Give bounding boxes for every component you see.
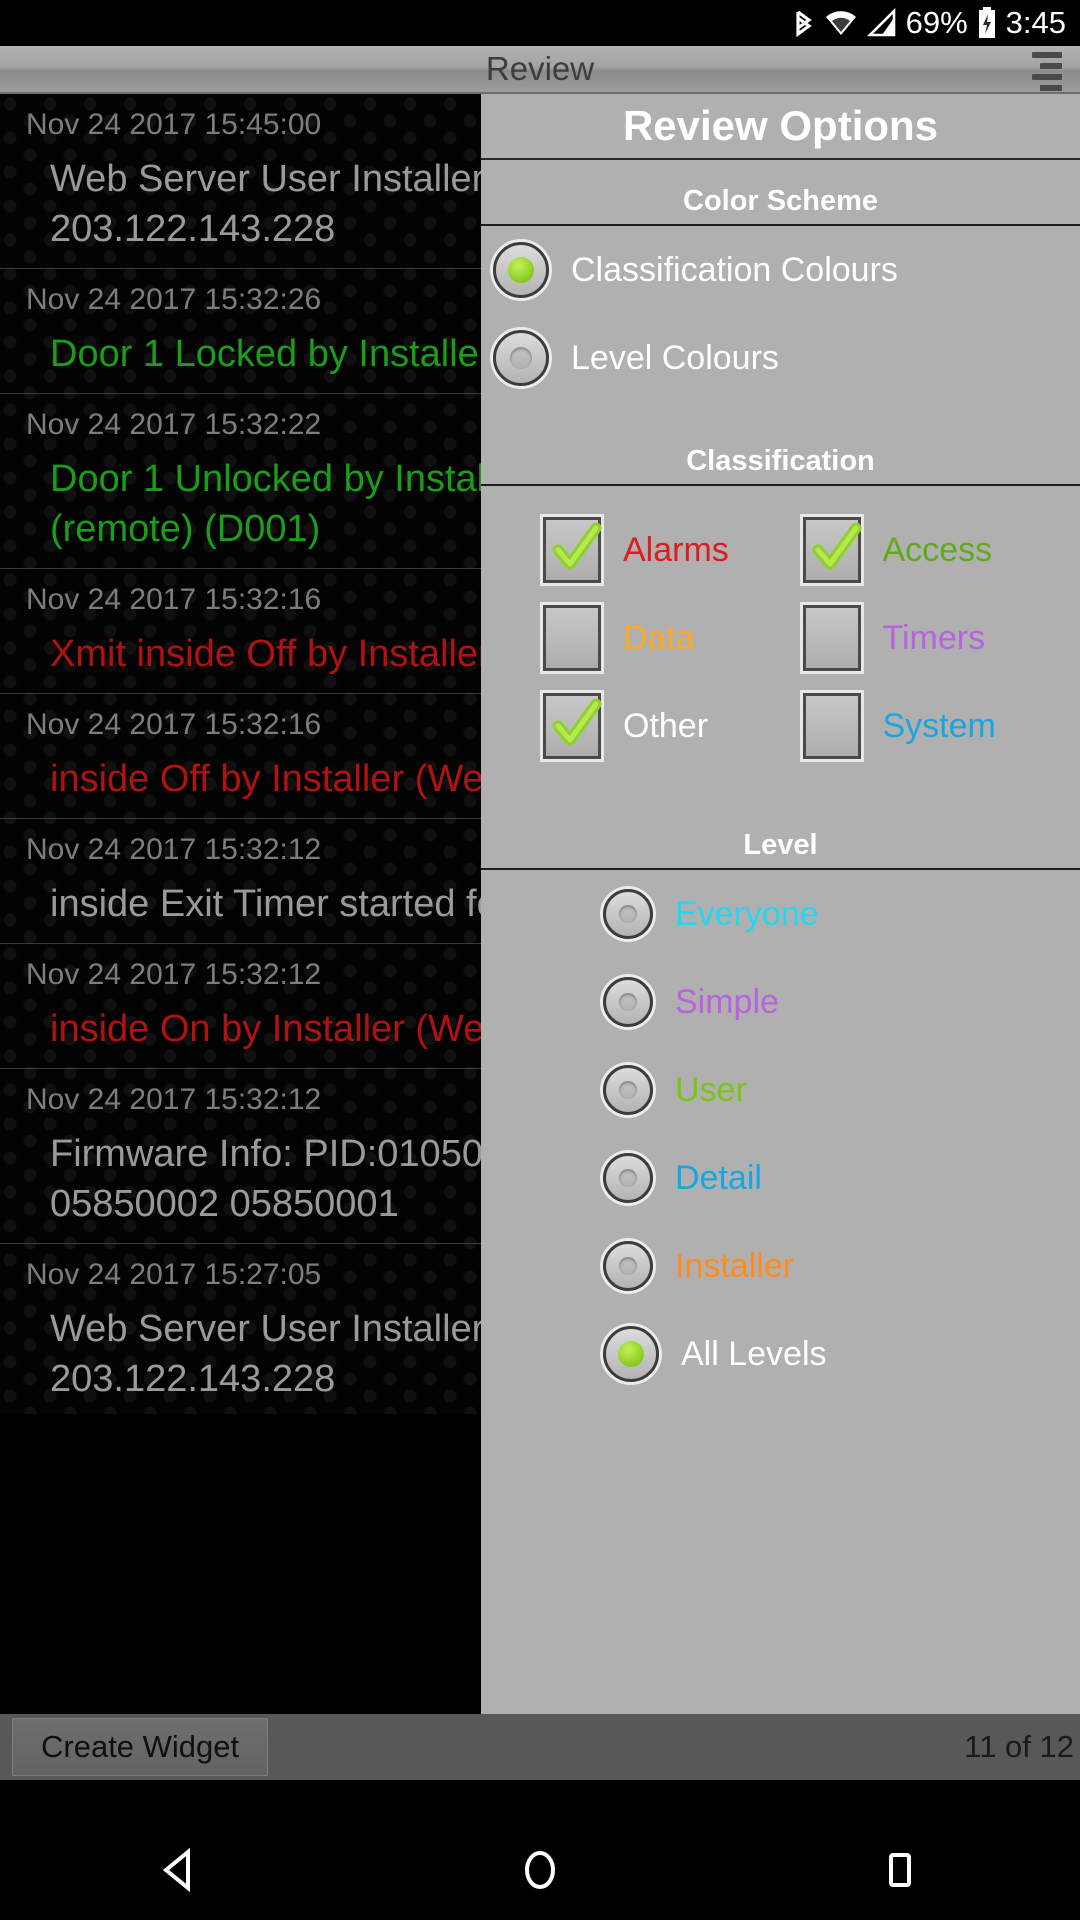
radio-button-icon[interactable]: [493, 242, 549, 298]
radio-button-icon[interactable]: [493, 330, 549, 386]
bluetooth-icon: [793, 6, 815, 40]
action-bar: Review: [0, 46, 1080, 94]
color-scheme-radio-group: Classification Colours Level Colours: [481, 226, 1080, 402]
classification-option-label: Access: [882, 530, 993, 569]
level-option-label: All Levels: [681, 1334, 827, 1373]
level-option-label: Simple: [675, 982, 779, 1021]
cell-signal-icon: [866, 6, 897, 40]
checkbox-unchecked-icon[interactable]: [543, 605, 601, 671]
classification-option-timers[interactable]: Timers: [781, 605, 1080, 671]
section-header-color-scheme: Color Scheme: [481, 160, 1080, 226]
recents-square-icon[interactable]: [810, 1820, 990, 1920]
radio-button-icon[interactable]: [603, 1241, 653, 1291]
battery-percent: 69%: [905, 5, 968, 40]
radio-button-icon[interactable]: [603, 1065, 653, 1115]
classification-checkbox-grid: Alarms Access Data Timers Other System: [481, 486, 1080, 786]
radio-button-icon[interactable]: [603, 1153, 653, 1203]
level-option-label: Everyone: [675, 894, 819, 933]
level-option-everyone[interactable]: Everyone: [481, 870, 1080, 958]
level-option-simple[interactable]: Simple: [481, 958, 1080, 1046]
classification-row: Other System: [481, 682, 1080, 770]
classification-option-label: System: [882, 706, 996, 745]
color-scheme-option-level-colours[interactable]: Level Colours: [481, 314, 1080, 402]
wifi-icon: [824, 6, 858, 40]
status-clock: 3:45: [1005, 5, 1066, 40]
page-indicator: 11 of 12: [964, 1729, 1074, 1764]
status-bar: 69% 3:45: [0, 0, 1080, 46]
radio-button-icon[interactable]: [603, 977, 653, 1027]
radio-button-icon[interactable]: [603, 889, 653, 939]
phone-screen: 69% 3:45 Review Nov 24 2017 15:45:00 Web …: [0, 0, 1080, 1920]
checkbox-unchecked-icon[interactable]: [802, 605, 861, 671]
classification-option-label: Other: [623, 706, 709, 745]
color-scheme-option-label: Level Colours: [571, 338, 779, 377]
classification-option-access[interactable]: Access: [781, 517, 1080, 583]
level-option-installer[interactable]: Installer: [481, 1222, 1080, 1310]
classification-row: Alarms Access: [481, 506, 1080, 594]
section-header-level: Level: [481, 786, 1080, 870]
overflow-menu-icon[interactable]: [1016, 50, 1072, 92]
color-scheme-option-classification-colours[interactable]: Classification Colours: [481, 226, 1080, 314]
review-options-panel: Review Options Color Scheme Classificati…: [481, 94, 1080, 1714]
radio-button-icon[interactable]: [603, 1326, 659, 1382]
level-option-all-levels[interactable]: All Levels: [481, 1310, 1080, 1398]
back-triangle-icon[interactable]: [90, 1820, 270, 1920]
classification-option-label: Alarms: [623, 530, 729, 569]
checkbox-checked-icon[interactable]: [543, 517, 602, 583]
classification-option-data[interactable]: Data: [481, 605, 781, 671]
battery-charging-icon: [977, 6, 997, 40]
level-option-label: User: [675, 1070, 747, 1109]
checkbox-unchecked-icon[interactable]: [802, 693, 861, 759]
page-title: Review: [485, 50, 595, 87]
classification-option-other[interactable]: Other: [481, 693, 781, 759]
level-option-label: Installer: [675, 1246, 795, 1285]
level-option-user[interactable]: User: [481, 1046, 1080, 1134]
classification-option-label: Data: [623, 618, 695, 657]
system-navigation-bar: [0, 1820, 1080, 1920]
level-option-label: Detail: [675, 1158, 762, 1197]
classification-option-alarms[interactable]: Alarms: [481, 517, 781, 583]
review-options-title: Review Options: [481, 94, 1080, 160]
checkbox-checked-icon[interactable]: [543, 693, 602, 759]
color-scheme-option-label: Classification Colours: [571, 250, 898, 289]
section-header-classification: Classification: [481, 402, 1080, 486]
home-circle-icon[interactable]: [450, 1820, 630, 1920]
level-option-detail[interactable]: Detail: [481, 1134, 1080, 1222]
classification-option-system[interactable]: System: [781, 693, 1080, 759]
bottom-action-bar: Create Widget 11 of 12: [0, 1714, 1080, 1780]
classification-row: Data Timers: [481, 594, 1080, 682]
classification-option-label: Timers: [882, 618, 986, 657]
checkbox-checked-icon[interactable]: [802, 517, 861, 583]
level-radio-group: Everyone Simple User Detail Installer All Lev…: [481, 870, 1080, 1398]
create-widget-button[interactable]: Create Widget: [12, 1718, 269, 1776]
